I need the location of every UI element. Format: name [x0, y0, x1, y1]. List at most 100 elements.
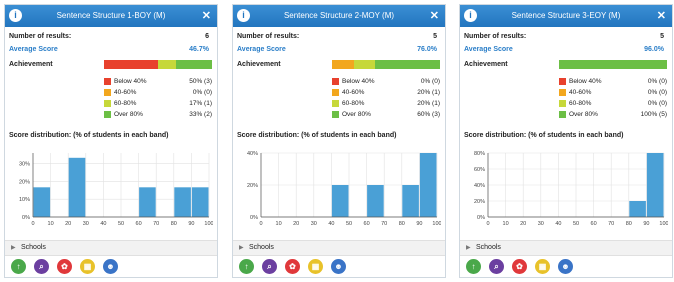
x-tick-label: 0: [486, 221, 489, 227]
legend-value: 20% (1): [417, 100, 440, 107]
search-icon[interactable]: ⌕: [34, 259, 49, 274]
y-tick-label: 30%: [19, 162, 30, 168]
schools-toggle[interactable]: ▶ Schools: [460, 240, 672, 256]
x-tick-label: 100: [432, 221, 441, 227]
average-value: 76.0%: [417, 46, 437, 53]
histogram-bar: [331, 185, 349, 217]
x-tick-label: 90: [188, 221, 194, 227]
achievement-segment: [104, 60, 158, 69]
up-arrow-icon[interactable]: ↑: [466, 259, 481, 274]
legend-item: Below 40% 0% (0): [332, 77, 440, 86]
histogram-bar: [174, 187, 191, 217]
legend-item: Over 80% 60% (3): [332, 110, 440, 119]
x-tick-label: 80: [171, 221, 177, 227]
legend-swatch: [559, 89, 566, 96]
average-row: Average Score 46.7%: [9, 45, 209, 55]
calendar-icon[interactable]: ▦: [535, 259, 550, 274]
x-tick-label: 100: [659, 221, 668, 227]
hands-icon[interactable]: ✿: [285, 259, 300, 274]
legend-item: Below 40% 0% (0): [559, 77, 667, 86]
calendar-icon[interactable]: ▦: [80, 259, 95, 274]
y-tick-label: 0%: [22, 215, 30, 221]
expand-arrow-icon[interactable]: ▶: [11, 241, 16, 255]
group-icon[interactable]: ☻: [558, 259, 573, 274]
schools-toggle[interactable]: ▶ Schools: [233, 240, 445, 256]
legend-value: 0% (0): [647, 89, 667, 96]
y-tick-label: 60%: [474, 167, 485, 173]
average-value: 96.0%: [644, 46, 664, 53]
x-tick-label: 80: [399, 221, 405, 227]
legend-swatch: [332, 89, 339, 96]
info-icon[interactable]: i: [464, 9, 477, 22]
distribution-label: Score distribution: (% of students in ea…: [9, 132, 169, 139]
histogram-bar: [629, 201, 646, 217]
legend-value: 60% (3): [417, 111, 440, 118]
legend-label: 40-60%: [342, 89, 365, 96]
average-label: Average Score: [464, 46, 513, 53]
x-tick-label: 80: [626, 221, 632, 227]
legend-swatch: [332, 111, 339, 118]
x-tick-label: 60: [136, 221, 142, 227]
report-panel: i Sentence Structure 2-MOY (M) ✕ Number …: [232, 4, 446, 278]
legend-value: 33% (2): [189, 111, 212, 118]
legend-item: 40-60% 20% (1): [332, 88, 440, 97]
x-tick-label: 20: [520, 221, 526, 227]
results-value: 5: [660, 33, 664, 40]
close-icon[interactable]: ✕: [657, 9, 666, 22]
legend-item: Over 80% 100% (5): [559, 110, 667, 119]
expand-arrow-icon[interactable]: ▶: [239, 241, 244, 255]
results-value: 5: [433, 33, 437, 40]
x-tick-label: 100: [204, 221, 213, 227]
x-tick-label: 40: [100, 221, 106, 227]
y-tick-label: 80%: [474, 151, 485, 157]
legend-item: 40-60% 0% (0): [104, 88, 212, 97]
info-icon[interactable]: i: [9, 9, 22, 22]
x-tick-label: 10: [276, 221, 282, 227]
results-value: 6: [205, 33, 209, 40]
legend-value: 0% (0): [420, 78, 440, 85]
info-icon[interactable]: i: [237, 9, 250, 22]
schools-label: Schools: [21, 244, 46, 251]
histogram-bar: [367, 185, 384, 217]
search-icon[interactable]: ⌕: [262, 259, 277, 274]
x-tick-label: 20: [65, 221, 71, 227]
legend-item: Below 40% 50% (3): [104, 77, 212, 86]
legend-swatch: [104, 78, 111, 85]
up-arrow-icon[interactable]: ↑: [11, 259, 26, 274]
schools-toggle[interactable]: ▶ Schools: [5, 240, 217, 256]
expand-arrow-icon[interactable]: ▶: [466, 241, 471, 255]
y-tick-label: 20%: [474, 199, 485, 205]
legend-label: 60-80%: [342, 100, 365, 107]
legend-label: 40-60%: [569, 89, 592, 96]
results-row: Number of results: 6: [9, 32, 209, 42]
results-label: Number of results:: [237, 33, 300, 40]
histogram-bar: [402, 185, 419, 217]
close-icon[interactable]: ✕: [430, 9, 439, 22]
hands-icon[interactable]: ✿: [57, 259, 72, 274]
search-icon[interactable]: ⌕: [489, 259, 504, 274]
group-icon[interactable]: ☻: [103, 259, 118, 274]
achievement-bar: [332, 60, 440, 69]
legend-swatch: [559, 78, 566, 85]
group-icon[interactable]: ☻: [331, 259, 346, 274]
histogram-bar: [33, 187, 51, 217]
hands-icon[interactable]: ✿: [512, 259, 527, 274]
legend-swatch: [104, 100, 111, 107]
close-icon[interactable]: ✕: [202, 9, 211, 22]
achievement-label: Achievement: [9, 61, 53, 68]
calendar-icon[interactable]: ▦: [308, 259, 323, 274]
legend-label: Below 40%: [114, 78, 147, 85]
y-tick-label: 10%: [19, 197, 30, 203]
y-tick-label: 0%: [250, 215, 258, 221]
legend-item: 60-80% 20% (1): [332, 99, 440, 108]
achievement-label: Achievement: [237, 61, 281, 68]
y-tick-label: 20%: [19, 179, 30, 185]
legend-label: 40-60%: [114, 89, 137, 96]
legend-label: Below 40%: [569, 78, 602, 85]
score-distribution-chart: 0% 20% 40% 0 10 20 30 40 50 60 70 80 90 100: [247, 151, 441, 227]
panel-title: Sentence Structure 1-BOY (M): [56, 11, 166, 20]
x-tick-label: 0: [31, 221, 34, 227]
panel-title: Sentence Structure 2-MOY (M): [283, 11, 395, 20]
up-arrow-icon[interactable]: ↑: [239, 259, 254, 274]
y-tick-label: 20%: [247, 183, 258, 189]
